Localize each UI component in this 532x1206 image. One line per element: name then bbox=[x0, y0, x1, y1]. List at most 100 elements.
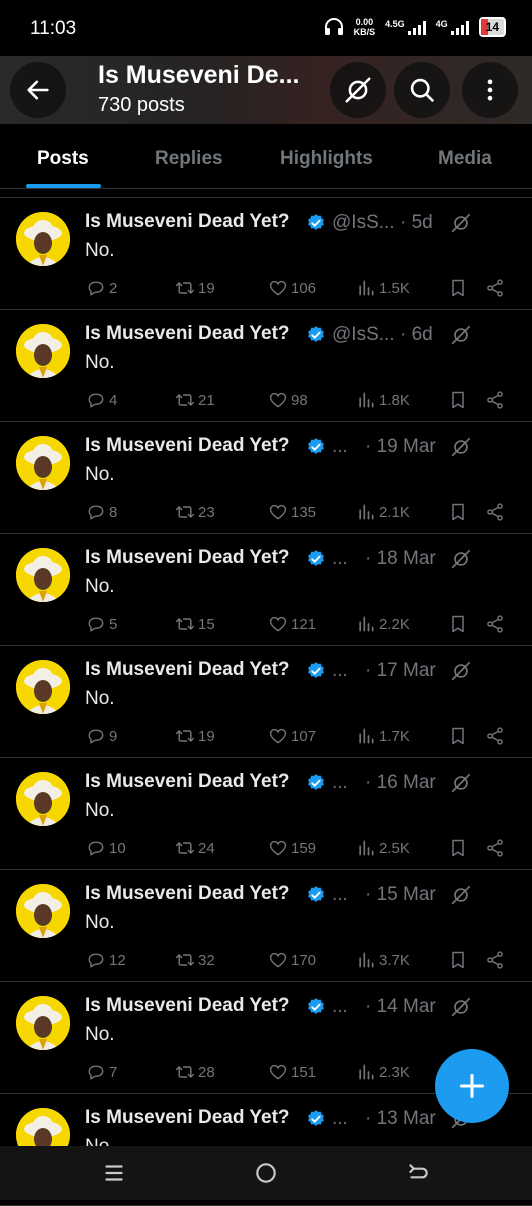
avatar[interactable] bbox=[16, 212, 70, 266]
bookmark-button[interactable] bbox=[448, 390, 468, 410]
system-nav-bar bbox=[0, 1146, 532, 1200]
avatar[interactable] bbox=[16, 996, 70, 1050]
share-button[interactable] bbox=[485, 726, 505, 746]
author-name[interactable]: Is Museveni Dead Yet? bbox=[85, 435, 290, 457]
author-name[interactable]: Is Museveni Dead Yet? bbox=[85, 883, 290, 905]
grok-icon[interactable] bbox=[450, 548, 472, 570]
plus-icon bbox=[459, 1073, 485, 1099]
author-name[interactable]: Is Museveni Dead Yet? bbox=[85, 547, 290, 569]
tweet[interactable]: Is Museveni Dead Yet?... · 15 Mar No. 12 32 1… bbox=[0, 870, 532, 982]
like-button[interactable]: 151 bbox=[268, 1062, 316, 1082]
reply-button[interactable]: 10 bbox=[86, 838, 126, 858]
tweet[interactable]: Is Museveni Dead Yet? @IsS... · 5d No. 2 19 10… bbox=[0, 197, 532, 310]
retweet-count: 24 bbox=[198, 839, 215, 857]
author-name[interactable]: Is Museveni Dead Yet? bbox=[85, 1107, 290, 1129]
views-button[interactable]: 2.3K bbox=[356, 1062, 410, 1082]
reply-button[interactable]: 2 bbox=[86, 278, 117, 298]
retweet-button[interactable]: 19 bbox=[175, 278, 215, 298]
views-button[interactable]: 2.1K bbox=[356, 502, 410, 522]
views-button[interactable]: 3.7K bbox=[356, 950, 410, 970]
tweet[interactable]: Is Museveni Dead Yet?... · 16 Mar No. 10 24 1… bbox=[0, 758, 532, 870]
share-button[interactable] bbox=[485, 278, 505, 298]
author-name[interactable]: Is Museveni Dead Yet? bbox=[85, 771, 290, 793]
compose-button[interactable] bbox=[435, 1049, 509, 1123]
share-button[interactable] bbox=[485, 390, 505, 410]
like-button[interactable]: 135 bbox=[268, 502, 316, 522]
grok-icon[interactable] bbox=[450, 212, 472, 234]
reply-button[interactable]: 7 bbox=[86, 1062, 117, 1082]
reply-button[interactable]: 9 bbox=[86, 726, 117, 746]
share-button[interactable] bbox=[485, 838, 505, 858]
like-button[interactable]: 107 bbox=[268, 726, 316, 746]
bookmark-button[interactable] bbox=[448, 502, 468, 522]
view-count: 2.3K bbox=[379, 1063, 410, 1081]
avatar[interactable] bbox=[16, 660, 70, 714]
share-button[interactable] bbox=[485, 502, 505, 522]
grok-icon[interactable] bbox=[450, 660, 472, 682]
share-button[interactable] bbox=[485, 950, 505, 970]
retweet-button[interactable]: 28 bbox=[175, 1062, 215, 1082]
avatar[interactable] bbox=[16, 884, 70, 938]
share-icon bbox=[487, 615, 503, 633]
grok-icon[interactable] bbox=[450, 884, 472, 906]
author-name[interactable]: Is Museveni Dead Yet? bbox=[85, 211, 290, 233]
bookmark-button[interactable] bbox=[448, 278, 468, 298]
views-button[interactable]: 1.8K bbox=[356, 390, 410, 410]
grok-icon[interactable] bbox=[450, 772, 472, 794]
views-button[interactable]: 1.5K bbox=[356, 278, 410, 298]
back-button[interactable] bbox=[10, 62, 66, 118]
retweet-button[interactable]: 32 bbox=[175, 950, 215, 970]
like-button[interactable]: 170 bbox=[268, 950, 316, 970]
views-icon bbox=[359, 392, 374, 408]
reply-button[interactable]: 8 bbox=[86, 502, 117, 522]
like-button[interactable]: 159 bbox=[268, 838, 316, 858]
like-button[interactable]: 106 bbox=[268, 278, 316, 298]
reply-button[interactable]: 4 bbox=[86, 390, 117, 410]
retweet-button[interactable]: 15 bbox=[175, 614, 215, 634]
tab-posts[interactable]: Posts bbox=[37, 148, 89, 170]
tweet[interactable]: Is Museveni Dead Yet?... · 17 Mar No. 9 19 10… bbox=[0, 646, 532, 758]
like-count: 98 bbox=[291, 391, 308, 409]
author-name[interactable]: Is Museveni Dead Yet? bbox=[85, 659, 290, 681]
back-icon[interactable] bbox=[405, 1160, 431, 1186]
like-button[interactable]: 98 bbox=[268, 390, 308, 410]
search-button[interactable] bbox=[394, 62, 450, 118]
author-name[interactable]: Is Museveni Dead Yet? bbox=[85, 995, 290, 1017]
retweet-button[interactable]: 24 bbox=[175, 838, 215, 858]
grok-icon[interactable] bbox=[450, 996, 472, 1018]
tweet[interactable]: Is Museveni Dead Yet?... · 18 Mar No. 5 15 12… bbox=[0, 534, 532, 646]
retweet-button[interactable]: 19 bbox=[175, 726, 215, 746]
tweet[interactable]: Is Museveni Dead Yet?... · 19 Mar No. 8 23 13… bbox=[0, 422, 532, 534]
views-button[interactable]: 2.2K bbox=[356, 614, 410, 634]
retweet-button[interactable]: 23 bbox=[175, 502, 215, 522]
reply-button[interactable]: 12 bbox=[86, 950, 126, 970]
reply-button[interactable]: 5 bbox=[86, 614, 117, 634]
share-button[interactable] bbox=[485, 614, 505, 634]
home-circle-icon[interactable] bbox=[253, 1160, 279, 1186]
views-button[interactable]: 1.7K bbox=[356, 726, 410, 746]
post-actions: 10 24 159 2.5K bbox=[0, 838, 532, 860]
retweet-button[interactable]: 21 bbox=[175, 390, 215, 410]
avatar[interactable] bbox=[16, 548, 70, 602]
post-text: No. bbox=[85, 1024, 115, 1045]
avatar[interactable] bbox=[16, 324, 70, 378]
tab-media[interactable]: Media bbox=[438, 148, 492, 170]
avatar-image bbox=[16, 324, 70, 378]
tab-replies[interactable]: Replies bbox=[155, 148, 223, 170]
bookmark-button[interactable] bbox=[448, 614, 468, 634]
tab-highlights[interactable]: Highlights bbox=[280, 148, 373, 170]
bookmark-button[interactable] bbox=[448, 950, 468, 970]
more-options-button[interactable] bbox=[462, 62, 518, 118]
grok-icon[interactable] bbox=[450, 324, 472, 346]
grok-icon[interactable] bbox=[450, 436, 472, 458]
tweet[interactable]: Is Museveni Dead Yet? @IsS... · 6d No. 4 21 98… bbox=[0, 310, 532, 422]
avatar[interactable] bbox=[16, 772, 70, 826]
like-button[interactable]: 121 bbox=[268, 614, 316, 634]
bookmark-button[interactable] bbox=[448, 838, 468, 858]
views-button[interactable]: 2.5K bbox=[356, 838, 410, 858]
grok-button[interactable] bbox=[330, 62, 386, 118]
menu-icon[interactable] bbox=[101, 1160, 127, 1186]
author-name[interactable]: Is Museveni Dead Yet? bbox=[85, 323, 290, 345]
bookmark-button[interactable] bbox=[448, 726, 468, 746]
avatar[interactable] bbox=[16, 436, 70, 490]
